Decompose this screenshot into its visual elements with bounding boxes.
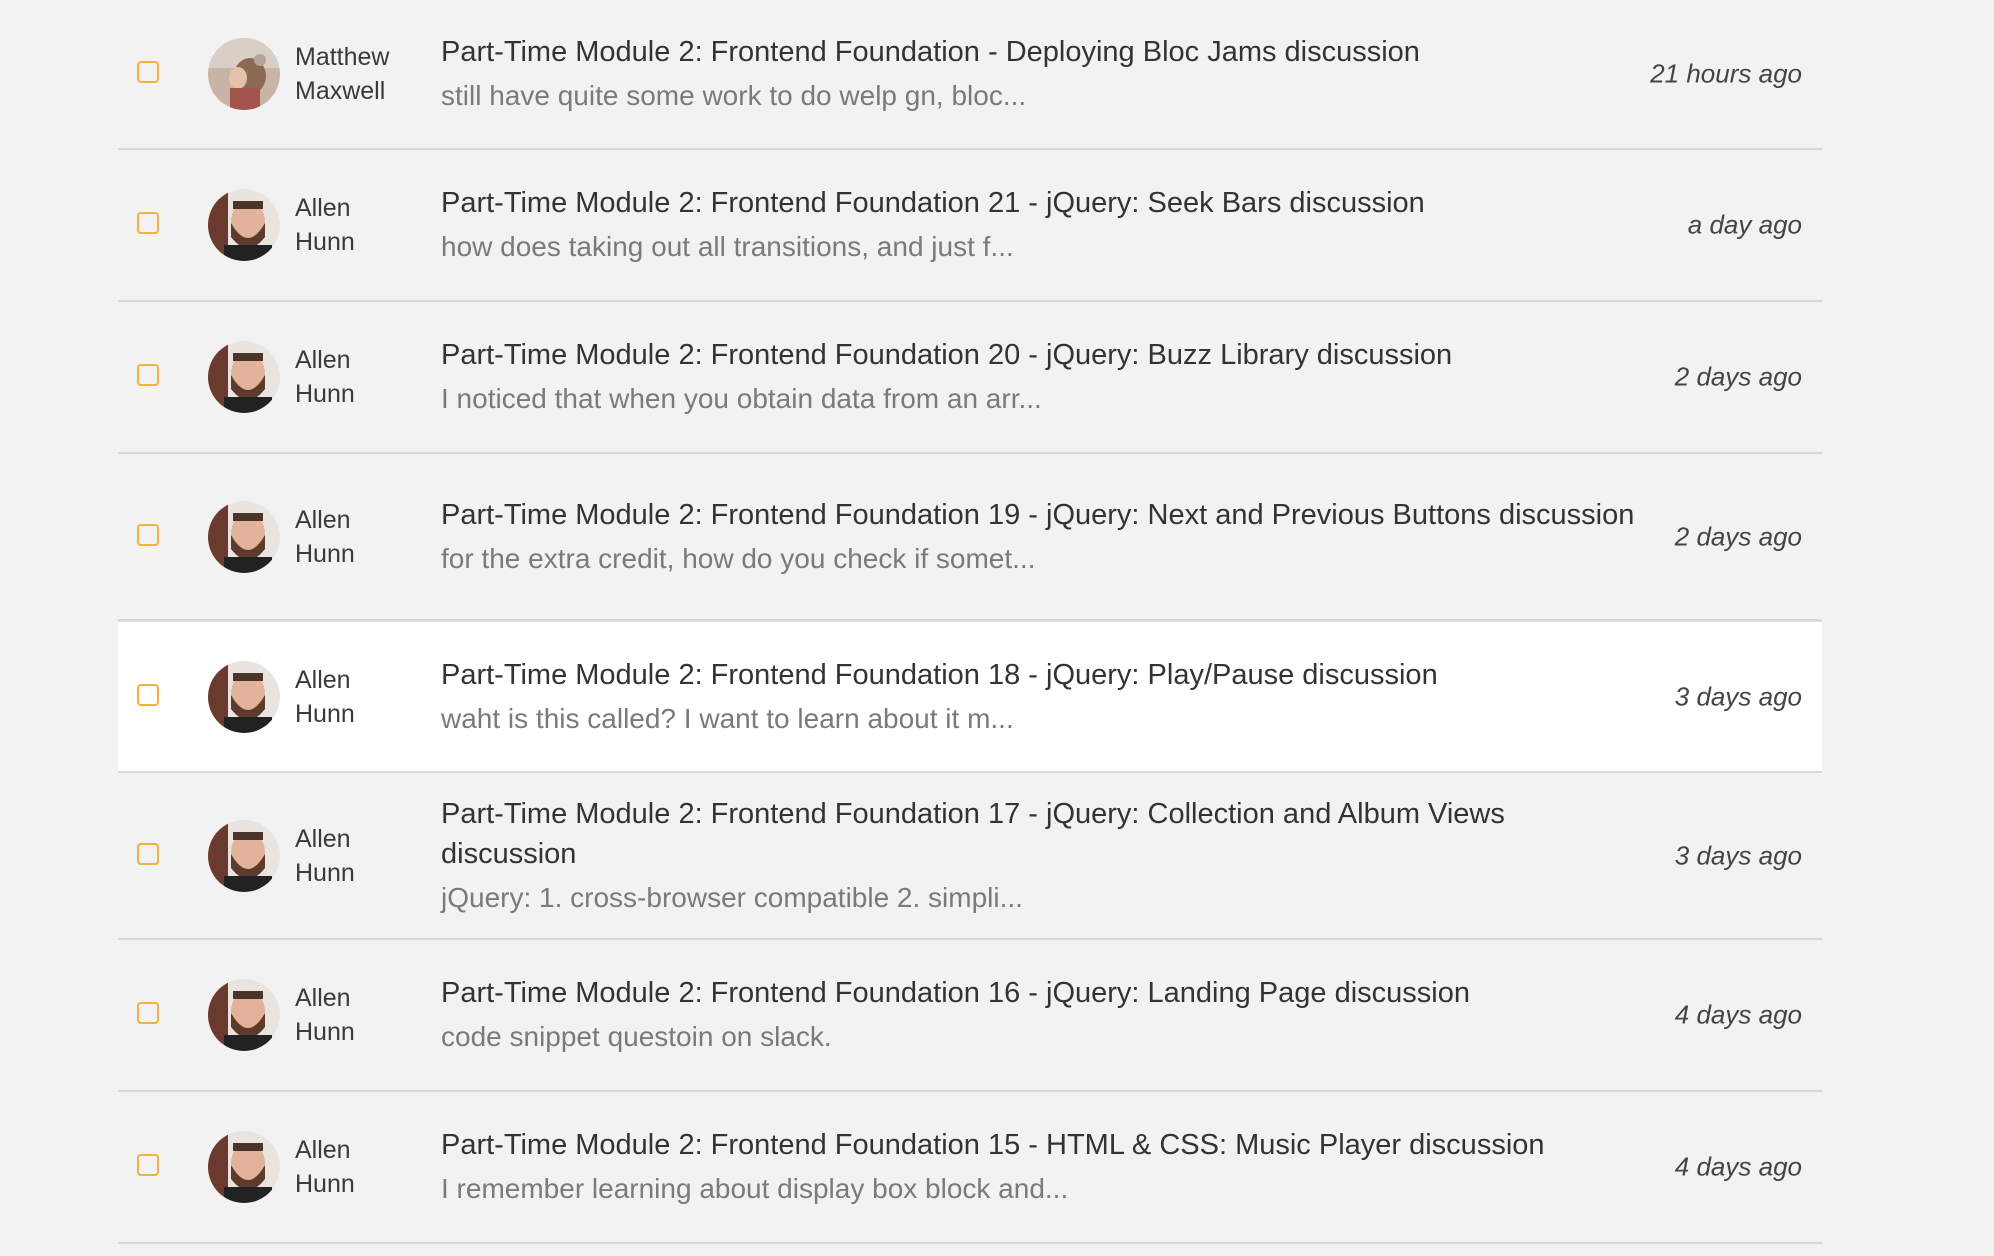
discussion-excerpt: I remember learning about display box bl…: [441, 1173, 1069, 1204]
discussion-title[interactable]: Part-Time Module 2: Frontend Foundation …: [441, 335, 1641, 375]
discussion-excerpt: I noticed that when you obtain data from…: [441, 383, 1042, 414]
discussion-content: Part-Time Module 2: Frontend Foundation …: [441, 1125, 1641, 1209]
discussion-content: Part-Time Module 2: Frontend Foundation …: [441, 495, 1641, 579]
author-last-name: Hunn: [295, 699, 355, 728]
discussion-list: Matthew Maxwell Part-Time Module 2: Fron…: [118, 0, 1822, 1244]
author-first-name: Allen: [295, 665, 351, 694]
author-last-name: Hunn: [295, 1018, 355, 1046]
discussion-row[interactable]: Allen Hunn Part-Time Module 2: Frontend …: [118, 150, 1822, 302]
author-name[interactable]: Allen Hunn: [295, 503, 415, 571]
discussion-row[interactable]: Allen Hunn Part-Time Module 2: Frontend …: [118, 773, 1822, 940]
select-checkbox[interactable]: [137, 842, 159, 865]
discussion-title[interactable]: Part-Time Module 2: Frontend Foundation …: [441, 1125, 1641, 1165]
avatar: [208, 819, 280, 892]
timestamp: 4 days ago: [1674, 1151, 1802, 1182]
author-name[interactable]: Allen Hunn: [295, 822, 415, 890]
avatar: [208, 979, 280, 1051]
discussion-title[interactable]: Part-Time Module 2: Frontend Foundation …: [441, 655, 1641, 695]
discussion-row[interactable]: Allen Hunn Part-Time Module 2: Frontend …: [118, 1092, 1822, 1244]
author-first-name: Allen: [295, 984, 351, 1012]
timestamp: 4 days ago: [1674, 999, 1802, 1030]
discussion-row[interactable]: Allen Hunn Part-Time Module 2: Frontend …: [118, 621, 1822, 773]
discussion-title[interactable]: Part-Time Module 2: Frontend Foundation …: [441, 495, 1641, 535]
select-checkbox[interactable]: [137, 1154, 159, 1176]
discussion-excerpt: code snippet questoin on slack.: [441, 1021, 832, 1052]
author-name[interactable]: Allen Hunn: [295, 981, 415, 1049]
discussion-content: Part-Time Module 2: Frontend Foundation …: [441, 32, 1641, 116]
author-name[interactable]: Allen Hunn: [295, 1133, 415, 1201]
discussion-row[interactable]: Matthew Maxwell Part-Time Module 2: Fron…: [118, 0, 1822, 150]
discussion-excerpt: for the extra credit, how do you check i…: [441, 542, 1036, 574]
author-last-name: Hunn: [295, 1170, 355, 1198]
author-last-name: Maxwell: [295, 77, 386, 105]
select-checkbox[interactable]: [137, 61, 159, 83]
timestamp: a day ago: [1687, 209, 1802, 240]
timestamp: 3 days ago: [1674, 681, 1802, 711]
timestamp: 21 hours ago: [1650, 58, 1802, 89]
author-last-name: Hunn: [295, 539, 355, 568]
avatar: [208, 341, 280, 413]
discussion-row[interactable]: Allen Hunn Part-Time Module 2: Frontend …: [118, 940, 1822, 1092]
author-name[interactable]: Matthew Maxwell: [295, 40, 415, 108]
avatar: [208, 660, 280, 733]
select-checkbox[interactable]: [137, 1002, 159, 1024]
discussion-row[interactable]: Allen Hunn Part-Time Module 2: Frontend …: [118, 302, 1822, 454]
select-checkbox[interactable]: [137, 212, 159, 234]
author-name[interactable]: Allen Hunn: [295, 663, 415, 731]
timestamp: 3 days ago: [1674, 840, 1802, 870]
author-first-name: Allen: [295, 824, 351, 853]
author-last-name: Hunn: [295, 380, 355, 408]
discussion-excerpt: still have quite some work to do welp gn…: [441, 80, 1027, 111]
discussion-content: Part-Time Module 2: Frontend Foundation …: [441, 183, 1641, 267]
discussion-content: Part-Time Module 2: Frontend Foundation …: [441, 973, 1641, 1057]
avatar: [208, 500, 280, 573]
discussion-excerpt: how does taking out all transitions, and…: [441, 231, 1014, 262]
discussion-title[interactable]: Part-Time Module 2: Frontend Foundation …: [441, 32, 1641, 72]
discussion-row[interactable]: Allen Hunn Part-Time Module 2: Frontend …: [118, 454, 1822, 621]
discussion-title[interactable]: Part-Time Module 2: Frontend Foundation …: [441, 183, 1641, 223]
author-name[interactable]: Allen Hunn: [295, 343, 415, 411]
select-checkbox[interactable]: [137, 523, 159, 546]
avatar: [208, 1131, 280, 1203]
avatar: [208, 38, 280, 110]
author-first-name: Allen: [295, 1136, 351, 1164]
author-last-name: Hunn: [295, 228, 355, 256]
discussion-excerpt: waht is this called? I want to learn abo…: [441, 702, 1014, 734]
discussion-excerpt: jQuery: 1. cross-browser compatible 2. s…: [441, 881, 1023, 913]
select-checkbox[interactable]: [137, 683, 159, 706]
discussion-content: Part-Time Module 2: Frontend Foundation …: [441, 655, 1641, 739]
author-first-name: Allen: [295, 194, 351, 222]
discussion-title[interactable]: Part-Time Module 2: Frontend Foundation …: [441, 794, 1641, 874]
author-first-name: Allen: [295, 346, 351, 374]
author-first-name: Allen: [295, 505, 351, 534]
discussion-title[interactable]: Part-Time Module 2: Frontend Foundation …: [441, 973, 1641, 1013]
select-checkbox[interactable]: [137, 364, 159, 386]
discussion-content: Part-Time Module 2: Frontend Foundation …: [441, 335, 1641, 419]
timestamp: 2 days ago: [1674, 361, 1802, 392]
timestamp: 2 days ago: [1674, 521, 1802, 551]
author-name[interactable]: Allen Hunn: [295, 191, 415, 259]
discussion-content: Part-Time Module 2: Frontend Foundation …: [441, 794, 1641, 918]
author-last-name: Hunn: [295, 858, 355, 887]
avatar: [208, 189, 280, 261]
author-first-name: Matthew: [295, 43, 390, 71]
